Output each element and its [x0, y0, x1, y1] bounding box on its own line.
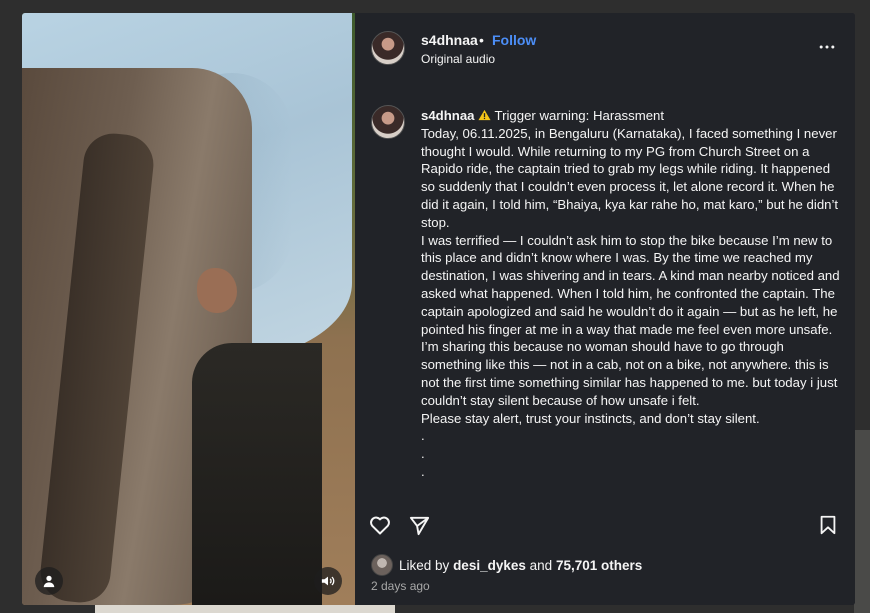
- heart-icon: [370, 516, 390, 535]
- post-side-panel: s4dhnaa • Follow Original audio s4dhnaa T…: [355, 13, 855, 605]
- liker-username[interactable]: desi_dykes: [453, 558, 526, 573]
- save-button[interactable]: [814, 511, 842, 539]
- post-caption: s4dhnaa Trigger warning: Harassment Today…: [421, 107, 841, 481]
- background-content: [854, 430, 870, 613]
- likes-prefix: Liked by: [399, 557, 450, 573]
- caption-section: s4dhnaa Trigger warning: Harassment Today…: [355, 103, 855, 503]
- caption-dot: .: [421, 428, 425, 444]
- post-actions: [355, 511, 855, 543]
- share-button[interactable]: [405, 511, 433, 539]
- video-frame-shadow: [192, 343, 322, 605]
- mute-toggle-button[interactable]: [314, 567, 342, 595]
- post-header: s4dhnaa • Follow Original audio: [355, 13, 855, 81]
- caption-paragraph: I was terrified — I couldn’t ask him to …: [421, 232, 840, 337]
- likes-middle: and: [529, 557, 553, 573]
- likes-summary: Liked by desi_dykes and 75,701 others: [371, 554, 642, 576]
- tagged-users-button[interactable]: [35, 567, 63, 595]
- caption-author-avatar[interactable]: [371, 105, 405, 139]
- send-icon: [409, 516, 429, 535]
- caption-paragraph: Today, 06.11.2025, in Bengaluru (Karnata…: [421, 125, 839, 230]
- like-button[interactable]: [366, 511, 394, 539]
- follow-button[interactable]: Follow: [492, 32, 536, 48]
- caption-username[interactable]: s4dhnaa: [421, 108, 475, 123]
- video-frame-hand: [197, 268, 237, 313]
- liker-avatar[interactable]: [371, 554, 393, 576]
- more-horizontal-icon: [819, 45, 835, 49]
- caption-dot: .: [421, 463, 425, 479]
- caption-paragraph: Please stay alert, trust your instincts,…: [421, 410, 760, 426]
- more-options-button[interactable]: [815, 35, 839, 59]
- post-timestamp[interactable]: 2 days ago: [371, 579, 430, 593]
- warning-icon: [477, 109, 491, 121]
- bookmark-icon: [820, 515, 836, 535]
- post-modal: s4dhnaa • Follow Original audio s4dhnaa T…: [22, 13, 855, 605]
- audio-link[interactable]: Original audio: [421, 52, 495, 66]
- caption-dot: .: [421, 446, 425, 462]
- header-separator: •: [479, 32, 484, 48]
- likes-count[interactable]: 75,701 others: [556, 558, 642, 573]
- user-icon: [43, 575, 55, 588]
- caption-paragraph: I’m sharing this because no woman should…: [421, 339, 838, 408]
- volume-icon: [321, 576, 335, 586]
- post-video[interactable]: [22, 13, 355, 605]
- caption-trigger-warning: Trigger warning: Harassment: [494, 108, 665, 123]
- author-username[interactable]: s4dhnaa: [421, 32, 478, 48]
- author-avatar[interactable]: [371, 31, 405, 65]
